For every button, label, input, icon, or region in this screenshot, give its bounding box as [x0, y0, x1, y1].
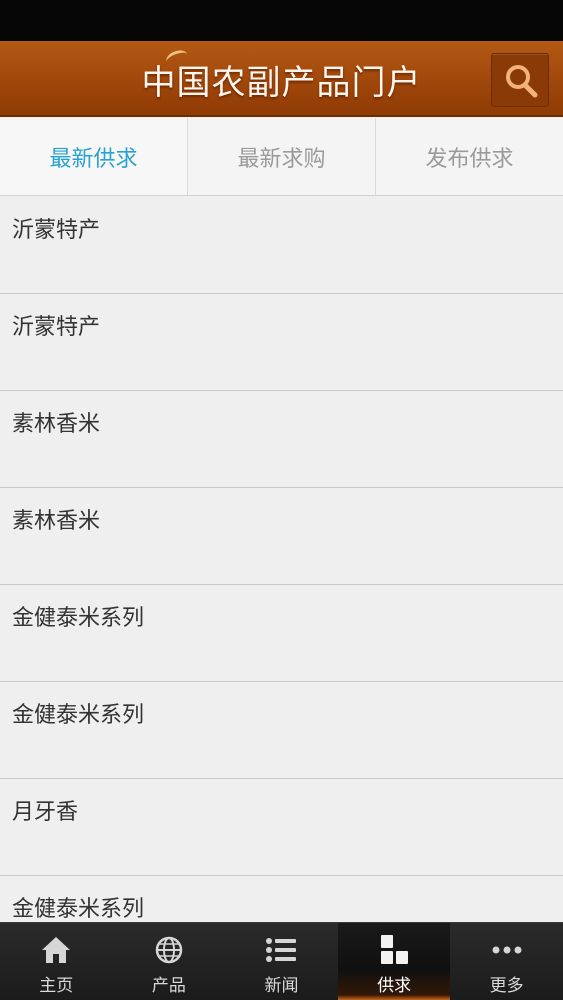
- blocks-icon: [377, 933, 411, 967]
- tab-publish-supply[interactable]: 发布供求: [376, 118, 563, 195]
- search-button[interactable]: [491, 53, 549, 107]
- home-icon: [39, 933, 73, 967]
- nav-news-label: 新闻: [264, 976, 299, 996]
- nav-news[interactable]: 新闻: [225, 923, 338, 1000]
- list-item[interactable]: 金健泰米系列: [0, 682, 563, 779]
- nav-home[interactable]: 主页: [0, 923, 113, 1000]
- tab-bar: 最新供求 最新求购 发布供求: [0, 118, 563, 196]
- bottom-nav: 主页 产品 新闻 供求 更多: [0, 922, 563, 1000]
- tab-latest-purchase[interactable]: 最新求购: [188, 118, 376, 195]
- tab-latest-supply[interactable]: 最新供求: [0, 118, 188, 195]
- status-bar: [0, 0, 563, 41]
- nav-supply-label: 供求: [377, 976, 412, 996]
- nav-more-label: 更多: [489, 976, 524, 996]
- nav-home-label: 主页: [39, 976, 74, 996]
- list-item[interactable]: 金健泰米系列: [0, 585, 563, 682]
- nav-products-label: 产品: [151, 976, 186, 996]
- search-icon: [506, 65, 538, 98]
- list-item[interactable]: 素林香米: [0, 391, 563, 488]
- supply-list: 沂蒙特产 沂蒙特产 素林香米 素林香米 金健泰米系列 金健泰米系列 月牙香 金健…: [0, 197, 563, 973]
- app-title: 中国农副产品门户: [141, 63, 422, 103]
- list-item[interactable]: 沂蒙特产: [0, 197, 563, 294]
- more-icon: [490, 933, 524, 967]
- nav-supply[interactable]: 供求: [337, 923, 451, 1000]
- app-header: 中国农副产品门户: [0, 41, 563, 117]
- nav-more[interactable]: 更多: [450, 923, 563, 1000]
- nav-products[interactable]: 产品: [113, 923, 226, 1000]
- globe-icon: [152, 933, 186, 967]
- list-item[interactable]: 月牙香: [0, 779, 563, 876]
- list-item[interactable]: 素林香米: [0, 488, 563, 585]
- list-icon: [264, 933, 298, 967]
- list-item[interactable]: 沂蒙特产: [0, 294, 563, 391]
